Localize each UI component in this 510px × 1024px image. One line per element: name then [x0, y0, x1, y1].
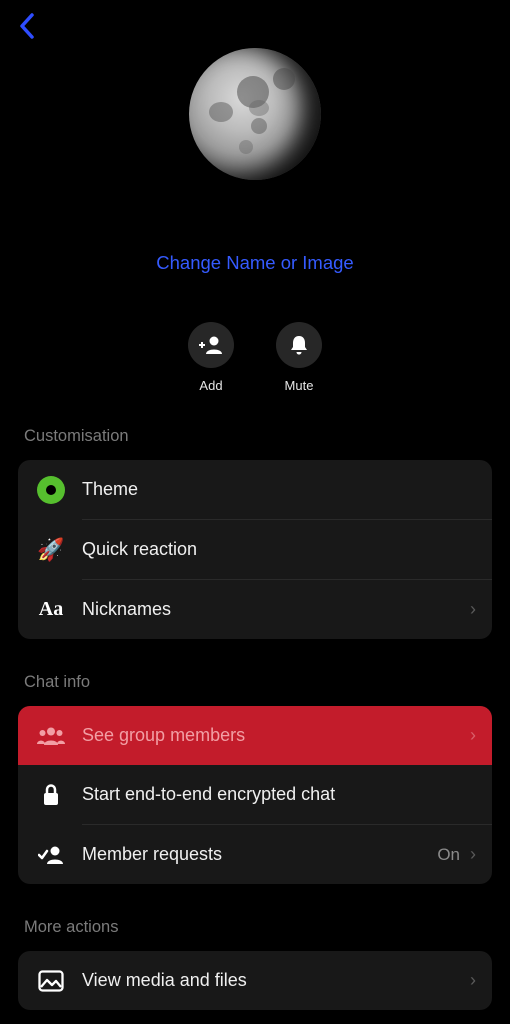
encrypted-label: Start end-to-end encrypted chat — [82, 784, 476, 805]
person-check-icon — [38, 845, 64, 865]
encrypted-chat-row[interactable]: Start end-to-end encrypted chat — [18, 765, 492, 824]
more-actions-title: More actions — [18, 918, 492, 937]
customisation-title: Customisation — [18, 427, 492, 446]
nicknames-row[interactable]: Aa Nicknames › — [18, 580, 492, 639]
nicknames-label: Nicknames — [82, 599, 470, 620]
quick-reaction-label: Quick reaction — [82, 539, 476, 560]
chevron-right-icon: › — [470, 844, 476, 865]
see-members-label: See group members — [82, 725, 470, 746]
see-group-members-row[interactable]: See group members › — [18, 706, 492, 765]
change-name-image-link[interactable]: Change Name or Image — [0, 252, 510, 274]
rocket-icon: 🚀 — [37, 537, 64, 563]
view-media-label: View media and files — [82, 970, 470, 991]
add-label: Add — [199, 378, 222, 393]
member-requests-row[interactable]: Member requests On › — [18, 825, 492, 884]
add-person-icon — [199, 335, 223, 355]
theme-label: Theme — [82, 479, 476, 500]
group-icon — [36, 726, 66, 746]
view-media-row[interactable]: View media and files › — [18, 951, 492, 1010]
chat-info-title: Chat info — [18, 673, 492, 692]
text-icon: Aa — [39, 598, 63, 621]
image-icon — [38, 970, 64, 992]
add-button[interactable]: Add — [188, 322, 234, 393]
chevron-right-icon: › — [470, 970, 476, 991]
chevron-left-icon — [18, 12, 36, 40]
quick-reaction-row[interactable]: 🚀 Quick reaction — [18, 520, 492, 579]
bell-icon — [289, 334, 309, 356]
back-button[interactable] — [18, 10, 36, 49]
group-avatar[interactable] — [189, 48, 321, 180]
mute-button[interactable]: Mute — [276, 322, 322, 393]
theme-icon — [37, 476, 65, 504]
member-requests-label: Member requests — [82, 844, 437, 865]
lock-icon — [41, 783, 61, 807]
member-requests-value: On — [437, 845, 460, 865]
chevron-right-icon: › — [470, 725, 476, 746]
chevron-right-icon: › — [470, 599, 476, 620]
theme-row[interactable]: Theme — [18, 460, 492, 519]
mute-label: Mute — [285, 378, 314, 393]
